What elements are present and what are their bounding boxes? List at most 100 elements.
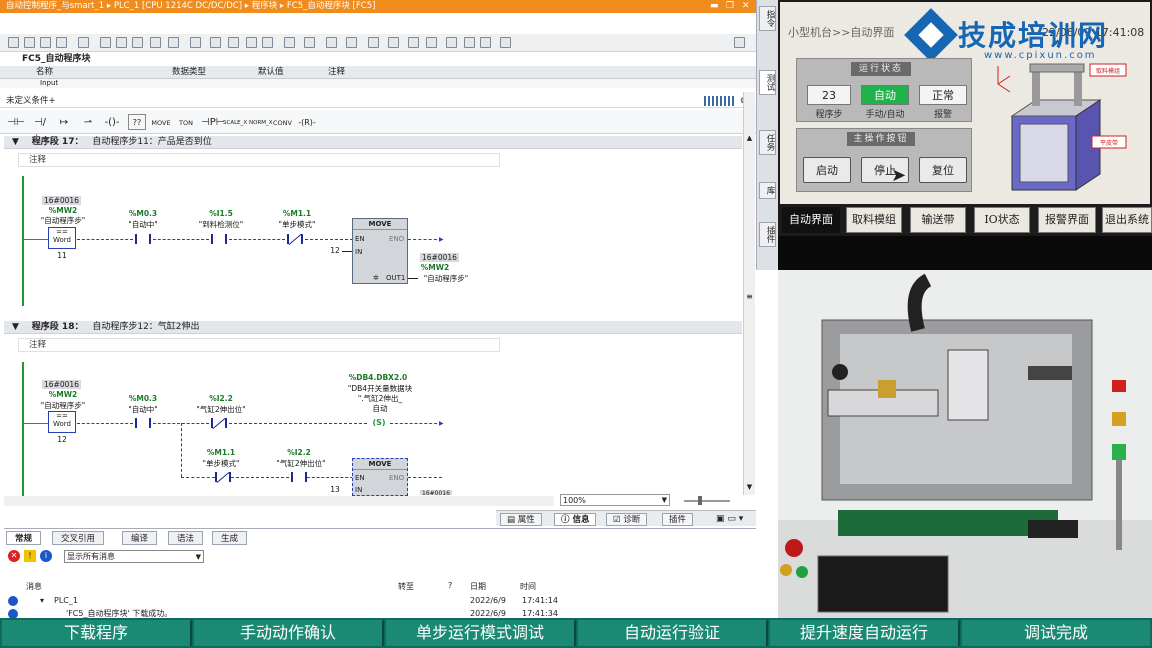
branch-contact-2[interactable] bbox=[291, 472, 307, 482]
tab-diagnostics[interactable]: ☑ 诊断 bbox=[606, 513, 648, 526]
zoom-slider-handle[interactable] bbox=[698, 496, 702, 505]
error-filter-icon[interactable]: ✕ bbox=[8, 550, 20, 562]
tab-generate[interactable]: 生成 bbox=[212, 531, 248, 545]
tab-cross-ref[interactable]: 交叉引用 bbox=[52, 531, 105, 545]
toolbar-icon[interactable] bbox=[40, 37, 51, 48]
tab-general[interactable]: 常规 bbox=[6, 531, 42, 545]
tab-properties[interactable]: ▤ 属性 bbox=[500, 513, 542, 526]
interface-row[interactable]: Input bbox=[0, 79, 756, 88]
network-17-header[interactable]: ▼ 程序段 17： 自动程序步11：产品是否到位 bbox=[4, 136, 742, 149]
toolbar-icon[interactable] bbox=[100, 37, 111, 48]
info-filter-icon[interactable]: i bbox=[40, 550, 52, 562]
toolbar-icon[interactable] bbox=[168, 37, 179, 48]
reset-button[interactable]: 复位 bbox=[919, 157, 967, 183]
empty-box-icon[interactable]: ?? bbox=[128, 114, 146, 130]
scroll-up-icon[interactable]: ▲ bbox=[745, 134, 754, 144]
warning-filter-icon[interactable]: ! bbox=[24, 550, 36, 562]
toolbar-icon[interactable] bbox=[284, 37, 295, 48]
toolbar-icon[interactable] bbox=[326, 37, 337, 48]
toolbar-icon[interactable] bbox=[116, 37, 127, 48]
tab-syntax[interactable]: 语法 bbox=[168, 531, 204, 545]
message-row[interactable]: 'FC5_自动程序块' 下载成功。 2022/6/9 17:41:34 bbox=[4, 608, 756, 618]
step-auto-verify[interactable]: 自动运行验证 bbox=[578, 620, 768, 646]
toolbar-icon[interactable] bbox=[346, 37, 357, 48]
instr-ton[interactable]: TON bbox=[176, 114, 196, 130]
tab-plugins[interactable]: 插件 bbox=[662, 513, 694, 526]
instr-edge-icon[interactable]: ⊣P⊢ bbox=[200, 114, 224, 130]
toolbar-icon[interactable] bbox=[8, 37, 19, 48]
toolbar-icon[interactable] bbox=[426, 37, 437, 48]
toolbar-icon[interactable] bbox=[24, 37, 35, 48]
vertical-scrollbar[interactable]: ▲ ≡ ▼ bbox=[743, 92, 755, 495]
expand-icon[interactable]: ▾ bbox=[40, 595, 44, 607]
move-box-17[interactable]: MOVE EN ENO IN ✲ OUT1 bbox=[352, 218, 408, 284]
side-tab-tasks[interactable]: 任务 bbox=[759, 130, 776, 155]
toolbar-icon[interactable] bbox=[368, 37, 379, 48]
network-17-comment[interactable]: 注释 bbox=[18, 153, 500, 167]
instr-move[interactable]: MOVE bbox=[150, 114, 172, 130]
toolbar-icon[interactable] bbox=[132, 37, 143, 48]
toolbar-icon[interactable] bbox=[150, 37, 161, 48]
step-speed-up[interactable]: 提升速度自动运行 bbox=[770, 620, 960, 646]
toolbar-icon[interactable] bbox=[388, 37, 399, 48]
panel-controls-icon[interactable]: ▣ ▭ ▾ bbox=[716, 514, 743, 524]
toolbar-icon[interactable] bbox=[246, 37, 257, 48]
no-contact-icon[interactable]: ⊣⊢ bbox=[6, 114, 26, 130]
scroll-grip-icon[interactable]: ≡ bbox=[745, 292, 754, 302]
compare-box[interactable]: == Word bbox=[48, 227, 76, 249]
step-complete[interactable]: 调试完成 bbox=[962, 620, 1150, 646]
side-tab-plugins[interactable]: 插件 bbox=[759, 222, 776, 247]
network-18-header[interactable]: ▼ 程序段 18： 自动程序步12：气缸2伸出 bbox=[4, 321, 742, 334]
reset-coil-icon[interactable]: -(R)- bbox=[296, 114, 318, 130]
contact-1[interactable] bbox=[135, 418, 151, 428]
tab-compile[interactable]: 编译 bbox=[122, 531, 158, 545]
side-tab-instructions[interactable]: 指令 bbox=[759, 6, 776, 31]
nav-conveyor[interactable]: 输送带 bbox=[910, 207, 966, 233]
toolbar-icon[interactable] bbox=[262, 37, 273, 48]
close-icon[interactable]: ✕ bbox=[742, 0, 750, 13]
collapse-icon[interactable]: ▼ bbox=[12, 322, 19, 332]
branch-open-icon[interactable]: ⇀ bbox=[78, 114, 98, 130]
toolbar-icon[interactable] bbox=[500, 37, 511, 48]
horizontal-scrollbar[interactable] bbox=[4, 496, 554, 506]
side-tab-library[interactable]: 库 bbox=[759, 182, 776, 199]
zoom-slider[interactable] bbox=[684, 500, 730, 502]
coil-icon[interactable]: -()- bbox=[102, 114, 122, 130]
side-tab-test[interactable]: 测试 bbox=[759, 70, 776, 95]
nav-pick-module[interactable]: 取料模组 bbox=[846, 207, 902, 233]
network-18-comment[interactable]: 注释 bbox=[18, 338, 500, 352]
compare-box[interactable]: == Word bbox=[48, 411, 76, 433]
message-filter-select[interactable]: 显示所有消息 ▼ bbox=[64, 550, 204, 563]
instr-scale-x[interactable]: SCALE_X bbox=[222, 114, 247, 130]
toolbar-icon[interactable] bbox=[304, 37, 315, 48]
not-icon[interactable]: ↦ bbox=[54, 114, 74, 130]
toolbar-icon[interactable] bbox=[78, 37, 89, 48]
set-coil[interactable]: (S) bbox=[368, 417, 390, 429]
instr-conv[interactable]: CONV bbox=[272, 114, 292, 130]
nav-auto[interactable]: 自动界面 bbox=[782, 207, 840, 233]
contact-2[interactable] bbox=[211, 234, 227, 244]
collapse-icon[interactable]: ▼ bbox=[12, 137, 19, 147]
tab-info[interactable]: ⓘ 信息 bbox=[554, 513, 597, 526]
toolbar-icon[interactable] bbox=[210, 37, 221, 48]
undefined-condition[interactable]: 未定义条件+ bbox=[0, 94, 756, 108]
message-row[interactable]: ▾ PLC_1 2022/6/9 17:41:14 bbox=[4, 595, 756, 607]
toolbar-icon[interactable] bbox=[190, 37, 201, 48]
toolbar-icon[interactable] bbox=[228, 37, 239, 48]
scroll-down-icon[interactable]: ▼ bbox=[745, 483, 754, 493]
toolbar-icon[interactable] bbox=[56, 37, 67, 48]
toolbar-icon[interactable] bbox=[446, 37, 457, 48]
toolbar-icon[interactable] bbox=[408, 37, 419, 48]
zoom-select[interactable]: 100% ▼ bbox=[560, 494, 670, 506]
minimize-icon[interactable]: ▬ bbox=[710, 0, 719, 13]
toolbar-icon[interactable] bbox=[464, 37, 475, 48]
instr-norm-x[interactable]: NORM_X bbox=[248, 114, 273, 130]
step-manual-confirm[interactable]: 手动动作确认 bbox=[194, 620, 384, 646]
toolbar-icon[interactable] bbox=[734, 37, 745, 48]
step-download[interactable]: 下载程序 bbox=[2, 620, 192, 646]
nav-alarm[interactable]: 报警界面 bbox=[1038, 207, 1096, 233]
contact-1[interactable] bbox=[135, 234, 151, 244]
nav-exit[interactable]: 退出系统 bbox=[1102, 207, 1152, 233]
move-box-18[interactable]: MOVE EN ENO IN bbox=[352, 458, 408, 496]
nc-contact-icon[interactable]: ⊣/⊢ bbox=[30, 114, 50, 144]
